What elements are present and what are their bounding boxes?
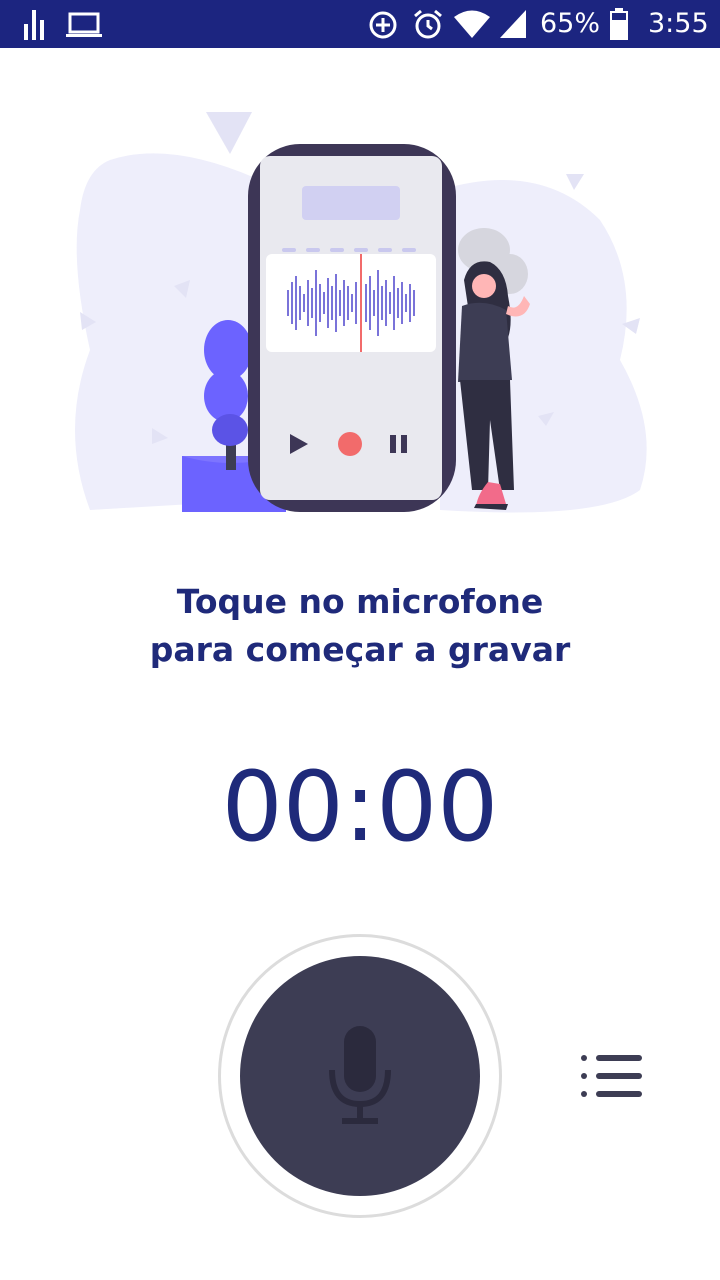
status-bar: 65% 3:55 <box>0 0 720 48</box>
recording-illustration <box>75 112 647 513</box>
prompt-line-1: Toque no microfone <box>176 582 544 621</box>
record-dot-icon <box>338 432 362 456</box>
prompt-line-2: para começar a gravar <box>149 630 571 669</box>
data-saver-icon <box>369 11 397 39</box>
battery-percent: 65% <box>540 8 601 39</box>
wifi-icon <box>454 10 490 38</box>
list-icon <box>581 1055 642 1097</box>
status-time: 3:55 <box>648 8 709 39</box>
triangle-decoration <box>206 112 252 154</box>
alarm-icon <box>414 9 442 39</box>
cell-signal-icon <box>500 10 526 38</box>
microphone-icon <box>329 1026 391 1124</box>
record-button[interactable] <box>240 956 480 1196</box>
pause-icon <box>390 435 396 453</box>
record-prompt: Toque no microfone para começar a gravar <box>0 578 720 674</box>
battery-icon <box>610 8 628 40</box>
laptop-icon <box>66 12 102 37</box>
recording-timer: 00:00 <box>221 751 499 863</box>
recordings-list-button[interactable] <box>576 1048 646 1104</box>
signal-bars-icon <box>24 10 44 40</box>
